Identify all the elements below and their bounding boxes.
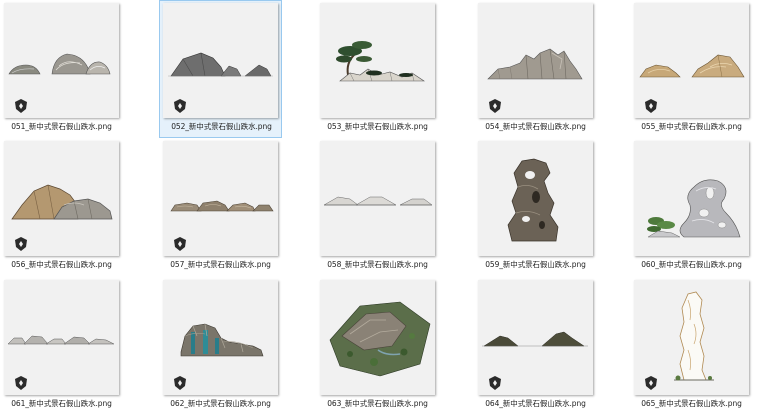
pine-rock-thumbnail: [320, 3, 435, 118]
watermark-logo-icon: [645, 376, 657, 390]
watermark-logo-icon: [15, 376, 27, 390]
flat-stones-thumbnail: [163, 141, 278, 256]
file-tile-065[interactable]: 065_新中式景石假山跌水.png: [630, 277, 753, 415]
file-tile-051[interactable]: 051_新中式景石假山跌水.png: [0, 0, 123, 138]
file-name: 056_新中式景石假山跌水.png: [11, 260, 112, 269]
file-tile-064[interactable]: 064_新中式景石假山跌水.png: [474, 277, 597, 415]
dark-hills-thumbnail: [478, 280, 593, 395]
sandstone-rocks-thumbnail: [634, 3, 749, 118]
watermark-logo-icon: [15, 99, 27, 113]
file-name: 058_新中式景石假山跌水.png: [327, 260, 428, 269]
file-tile-056[interactable]: 056_新中式景石假山跌水.png: [0, 138, 123, 276]
file-name: 063_新中式景石假山跌水.png: [327, 399, 428, 408]
file-name: 064_新中式景石假山跌水.png: [485, 399, 586, 408]
taihu-stone-thumbnail: [478, 141, 593, 256]
watermark-logo-icon: [174, 376, 186, 390]
file-name: 065_新中式景石假山跌水.png: [641, 399, 742, 408]
file-tile-054[interactable]: 054_新中式景石假山跌水.png: [474, 0, 597, 138]
file-name: 053_新中式景石假山跌水.png: [327, 122, 428, 131]
file-tile-055[interactable]: 055_新中式景石假山跌水.png: [630, 0, 753, 138]
file-name: 060_新中式景石假山跌水.png: [641, 260, 742, 269]
file-name: 061_新中式景石假山跌水.png: [11, 399, 112, 408]
file-tile-053[interactable]: 053_新中式景石假山跌水.png: [316, 0, 439, 138]
rock-range-thumbnail: [478, 3, 593, 118]
file-name: 062_新中式景石假山跌水.png: [170, 399, 271, 408]
file-tile-059[interactable]: 059_新中式景石假山跌水.png: [474, 138, 597, 276]
watermark-logo-icon: [489, 376, 501, 390]
watermark-logo-icon: [174, 237, 186, 251]
watermark-logo-icon: [174, 99, 186, 113]
flat-slabs-thumbnail: [320, 141, 435, 256]
scholar-rock-plant-thumbnail: [634, 141, 749, 256]
file-tile-060[interactable]: 060_新中式景石假山跌水.png: [630, 138, 753, 276]
file-name: 052_新中式景石假山跌水.png: [171, 122, 272, 131]
rockery-waterfall-thumbnail: [163, 280, 278, 395]
file-name: 051_新中式景石假山跌水.png: [11, 122, 112, 131]
file-grid: 051_新中式景石假山跌水.png 052_新中式景石假山跌水.png 053_…: [0, 0, 760, 417]
file-tile-063[interactable]: 063_新中式景石假山跌水.png: [316, 277, 439, 415]
brown-rocks-thumbnail: [4, 141, 119, 256]
gray-rocks-thumbnail: [163, 3, 278, 118]
watermark-logo-icon: [645, 99, 657, 113]
file-name: 059_新中式景石假山跌水.png: [485, 260, 586, 269]
rock-stones-thumbnail: [4, 3, 119, 118]
watermark-logo-icon: [15, 237, 27, 251]
file-tile-062[interactable]: 062_新中式景石假山跌水.png: [159, 277, 282, 415]
tall-rock-line-thumbnail: [634, 280, 749, 395]
file-tile-052[interactable]: 052_新中式景石假山跌水.png: [159, 0, 282, 138]
file-tile-061[interactable]: 061_新中式景石假山跌水.png: [0, 277, 123, 415]
low-stones-thumbnail: [4, 280, 119, 395]
file-name: 054_新中式景石假山跌水.png: [485, 122, 586, 131]
watermark-logo-icon: [489, 99, 501, 113]
file-tile-058[interactable]: 058_新中式景石假山跌水.png: [316, 138, 439, 276]
file-name: 055_新中式景石假山跌水.png: [641, 122, 742, 131]
file-name: 057_新中式景石假山跌水.png: [170, 260, 271, 269]
rockery-island-thumbnail: [320, 280, 435, 395]
file-tile-057[interactable]: 057_新中式景石假山跌水.png: [159, 138, 282, 276]
